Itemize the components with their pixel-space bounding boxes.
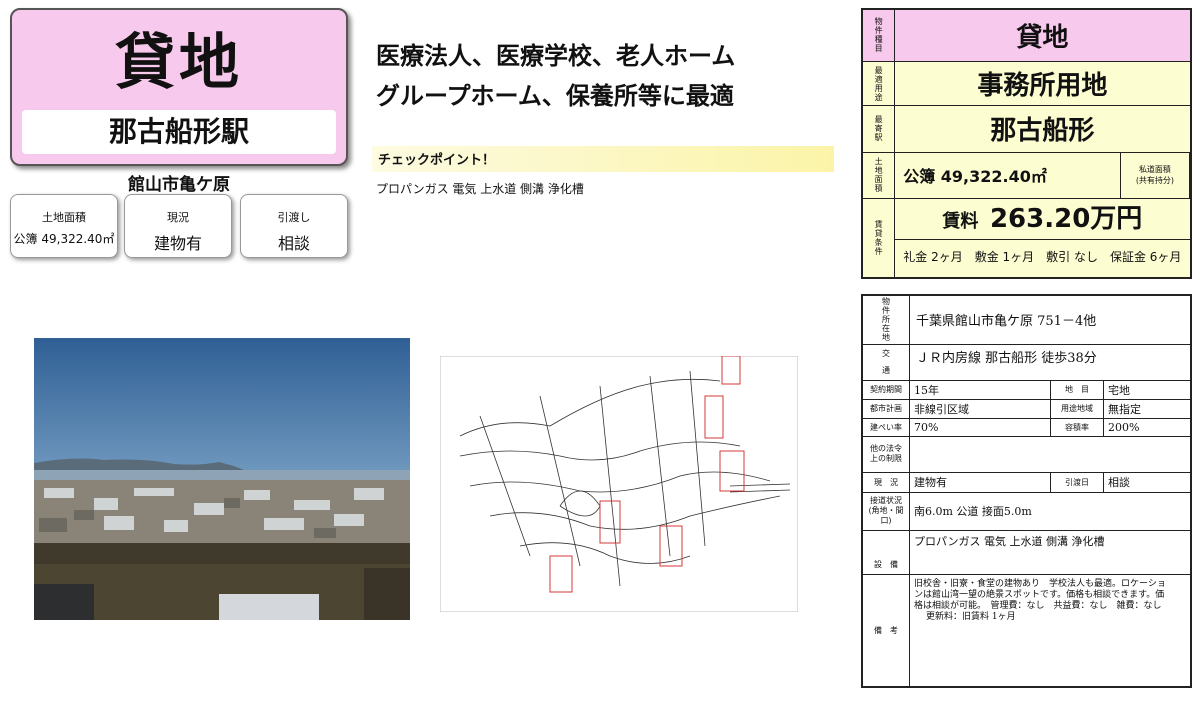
nearest-station-value: 那古船形 xyxy=(990,116,1095,147)
building-coverage-value: 70% xyxy=(914,420,939,434)
checkpoint-heading: チェックポイント！ xyxy=(372,146,834,172)
remarks-value: 旧校舎・旧寮・食堂の建物あり 学校法人も最適。ロケーショ ンは館山湾一望の絶景ス… xyxy=(910,574,1191,686)
transport-value: ＪＲ内房線 那古船形 徒歩38分 xyxy=(916,350,1097,366)
contract-term-value: 15年 xyxy=(914,383,939,397)
zoning-value: 無指定 xyxy=(1108,402,1141,416)
handover-date-value: 相談 xyxy=(1108,476,1130,489)
remarks-line: ンは館山湾一望の絶景スポットです。価格も相談できます。価 xyxy=(914,589,1165,600)
checkpoint-text: プロパンガス 電気 上水道 側溝 浄化槽 xyxy=(376,182,584,196)
floor-area-ratio-value: 200% xyxy=(1108,420,1140,434)
rent-value: 263.20万円 xyxy=(989,203,1143,234)
info-card-label: 引渡し xyxy=(277,211,311,224)
legal-restrictions-value xyxy=(910,436,1191,472)
city-planning-value: 非線引区域 xyxy=(914,402,969,416)
label-rent-terms: 賃貸条件 xyxy=(863,198,896,277)
remarks-line: 格は相談が可能。 管理費：なし 共益費：なし 雑費：なし xyxy=(914,600,1162,611)
label-floor-area-ratio: 容積率 xyxy=(1050,418,1104,436)
private-road-area-label: 私道面積 (共有持分) xyxy=(1119,152,1191,199)
address-value: 千葉県館山市亀ケ原 751－4他 xyxy=(916,314,1097,330)
label-city-planning: 都市計画 xyxy=(863,399,910,418)
label-current-status: 現 況 xyxy=(863,472,910,492)
label-building-coverage: 建ぺい率 xyxy=(863,418,910,436)
label-nearest-station: 最寄駅 xyxy=(863,105,896,153)
rent-prefix: 賃料 xyxy=(942,210,979,232)
station-name: 那古船形駅 xyxy=(22,110,336,154)
details-panel: 物件所在地 千葉県館山市亀ケ原 751－4他 交通 ＪＲ内房線 那古船形 徒歩3… xyxy=(861,294,1192,688)
label-legal-restrictions: 他の法令 上の制限 xyxy=(863,436,910,472)
summary-panel: 物件種目 貸地 最適用途 事務所用地 最寄駅 那古船形 土地面積 公簿 49,3… xyxy=(861,8,1192,279)
remarks-line: 旧校舎・旧寮・食堂の建物あり 学校法人も最適。ロケーショ xyxy=(914,578,1166,589)
remarks-line: 更新料：旧賃料 1ヶ月 xyxy=(926,611,1016,622)
property-photo xyxy=(34,338,410,620)
headline-line-1: 医療法人、医療学校、老人ホーム xyxy=(376,42,736,70)
rent-line: 賃料 263.20万円 xyxy=(895,199,1190,240)
info-card-value: 公簿 49,322.40㎡ xyxy=(13,232,115,246)
headline-line-2: グループホーム、保養所等に最適 xyxy=(376,82,734,110)
label-transport: 交通 xyxy=(863,344,910,380)
label-handover-date: 引渡日 xyxy=(1050,472,1104,492)
label-land-category: 地 目 xyxy=(1050,380,1104,399)
label-road-access: 接道状況 (角地・間口) xyxy=(863,492,910,530)
label-property-type: 物件種目 xyxy=(863,10,896,62)
info-card-status: 現況 建物有 xyxy=(124,194,232,258)
rent-conditions: 礼金 2ヶ月 敷金 1ヶ月 敷引 なし 保証金 6ヶ月 xyxy=(903,249,1182,264)
info-card-label: 現況 xyxy=(167,211,189,224)
land-category-value: 宅地 xyxy=(1108,383,1130,397)
title-card: 貸地 那古船形駅 xyxy=(10,8,348,166)
info-card-label: 土地面積 xyxy=(42,211,86,224)
label-address: 物件所在地 xyxy=(863,296,910,344)
label-remarks: 備 考 xyxy=(863,574,910,686)
label-land-area: 土地面積 xyxy=(863,152,896,199)
info-card-area: 土地面積 公簿 49,322.40㎡ xyxy=(10,194,118,258)
info-card-value: 相談 xyxy=(277,234,310,253)
city-name: 館山市亀ケ原 xyxy=(128,175,230,195)
property-type-title: 貸地 xyxy=(115,28,243,98)
label-facilities: 設 備 xyxy=(863,530,910,574)
headline: 医療法人、医療学校、老人ホーム グループホーム、保養所等に最適 xyxy=(376,36,735,116)
land-area-value: 公簿 49,322.40㎡ xyxy=(903,167,1047,187)
best-use-value: 事務所用地 xyxy=(977,71,1108,102)
label-contract-term: 契約期間 xyxy=(863,380,910,399)
road-access-value: 南6.0m 公道 接面5.0m xyxy=(914,505,1032,518)
label-best-use: 最適用途 xyxy=(863,61,896,106)
info-card-value: 建物有 xyxy=(153,234,202,253)
info-card-handover: 引渡し 相談 xyxy=(240,194,348,258)
current-status-value: 建物有 xyxy=(914,476,947,489)
facilities-value: プロパンガス 電気 上水道 側溝 浄化槽 xyxy=(914,534,1105,548)
site-map xyxy=(439,355,799,613)
property-type-value: 貸地 xyxy=(1016,22,1069,53)
label-zoning: 用途地域 xyxy=(1050,399,1104,418)
